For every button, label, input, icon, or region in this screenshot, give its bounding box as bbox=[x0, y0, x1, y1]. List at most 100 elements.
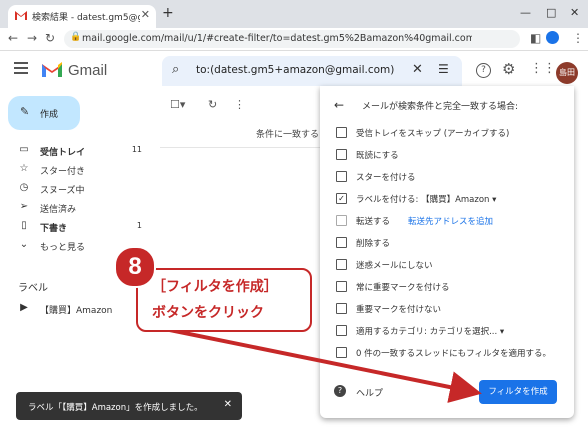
option-label: 迷惑メールにしない bbox=[356, 261, 433, 271]
snackbar: ラベル「【購買】Amazon」を作成しました。 ✕ bbox=[16, 392, 242, 420]
option-star[interactable]: スターを付ける bbox=[336, 168, 566, 185]
filter-dialog: ← メールが検索条件と完全一致する場合: 受信トレイをスキップ (アーカイブする… bbox=[320, 86, 574, 418]
unread-count: 11 bbox=[131, 145, 142, 154]
option-label[interactable]: 適用するカテゴリ: カテゴリを選択... ▾ bbox=[356, 325, 504, 337]
minimize-icon[interactable]: — bbox=[520, 6, 531, 19]
main-menu-icon[interactable] bbox=[14, 62, 28, 77]
extension-icon[interactable] bbox=[546, 31, 559, 44]
help-link[interactable]: ? ヘルプ bbox=[334, 384, 394, 400]
filter-notice: 条件に一致する bbox=[256, 130, 320, 140]
checkbox[interactable] bbox=[336, 127, 347, 138]
search-icon[interactable]: ⌕ bbox=[172, 62, 179, 77]
callout-line-1: ［フィルタを作成］ bbox=[152, 278, 278, 294]
lock-icon: 🔒 bbox=[70, 32, 82, 42]
label-icon: ▶ bbox=[20, 302, 28, 313]
checkbox-checked[interactable]: ✓ bbox=[336, 193, 347, 204]
sidebar-item-starred[interactable]: ☆ スター付き bbox=[0, 160, 150, 179]
option-label: 既読にする bbox=[356, 151, 399, 161]
back-icon[interactable]: ← bbox=[8, 31, 18, 45]
window-close-icon[interactable]: ✕ bbox=[570, 6, 579, 19]
settings-icon[interactable]: ⚙ bbox=[502, 60, 515, 78]
clock-icon: ◷ bbox=[19, 182, 29, 193]
reload-icon[interactable]: ↻ bbox=[45, 31, 55, 45]
labels-header: ラベル bbox=[18, 283, 48, 294]
search-input[interactable]: to:(datest.gm5+amazon@gmail.com) bbox=[196, 64, 394, 76]
address-bar[interactable]: 🔒 mail.google.com/mail/u/1/#create-filte… bbox=[64, 30, 520, 48]
chevron-down-icon: ⌄ bbox=[19, 239, 29, 250]
option-label: スターを付ける bbox=[356, 173, 416, 183]
new-tab-icon[interactable]: + bbox=[162, 5, 174, 21]
label-name: 【購買】Amazon bbox=[40, 306, 113, 316]
app-name: Gmail bbox=[68, 62, 108, 79]
option-delete[interactable]: 削除する bbox=[336, 234, 566, 251]
option-forward[interactable]: 転送する 転送先アドレスを追加 bbox=[336, 212, 566, 229]
send-icon: ➢ bbox=[19, 201, 29, 212]
filter-dialog-title: メールが検索条件と完全一致する場合: bbox=[362, 102, 519, 112]
sidebar-item-label: スター付き bbox=[40, 167, 86, 177]
option-apply-label[interactable]: ✓ ラベルを付ける: 【購買】Amazon ▾ bbox=[336, 190, 566, 207]
search-bar[interactable]: ⌕ to:(datest.gm5+amazon@gmail.com) ✕ ☰ bbox=[162, 56, 462, 86]
checkbox[interactable] bbox=[336, 237, 347, 248]
option-apply-existing[interactable]: 0 件の一致するスレッドにもフィルタを適用する。 bbox=[336, 344, 566, 361]
sidebar-item-sent[interactable]: ➢ 送信済み bbox=[0, 198, 150, 217]
tab-close-icon[interactable]: ✕ bbox=[141, 8, 150, 21]
snackbar-close-icon[interactable]: ✕ bbox=[224, 399, 232, 410]
menu-kebab-icon[interactable]: ⋮ bbox=[572, 31, 584, 45]
maximize-icon[interactable]: □ bbox=[546, 6, 556, 19]
sidebar-item-label: もっと見る bbox=[40, 243, 86, 253]
option-skip-inbox[interactable]: 受信トレイをスキップ (アーカイブする) bbox=[336, 124, 566, 141]
sidebar-item-snoozed[interactable]: ◷ スヌーズ中 bbox=[0, 179, 150, 198]
option-label: 受信トレイをスキップ (アーカイブする) bbox=[356, 129, 510, 139]
question-icon: ? bbox=[334, 385, 346, 397]
clear-search-icon[interactable]: ✕ bbox=[412, 62, 423, 77]
checkbox[interactable] bbox=[336, 171, 347, 182]
url-text: mail.google.com/mail/u/1/#create-filter/… bbox=[82, 33, 472, 44]
snackbar-text: ラベル「【購買】Amazon」を作成しました。 bbox=[28, 403, 203, 413]
sidebar-item-drafts[interactable]: ▯ 下書き 1 bbox=[0, 217, 150, 236]
avatar[interactable]: 島田 bbox=[556, 62, 578, 84]
more-options-icon[interactable]: ⋮ bbox=[234, 98, 245, 111]
apps-icon[interactable]: ⋮⋮ bbox=[530, 61, 556, 76]
checkbox[interactable] bbox=[336, 281, 347, 292]
checkbox[interactable] bbox=[336, 347, 347, 358]
option-never-spam[interactable]: 迷惑メールにしない bbox=[336, 256, 566, 273]
option-label: 重要マークを付けない bbox=[356, 305, 442, 315]
annotation-callout: ［フィルタを作成］ ボタンをクリック bbox=[136, 268, 312, 332]
option-always-important[interactable]: 常に重要マークを付ける bbox=[336, 278, 566, 295]
sidebar-icon[interactable]: ◧ bbox=[530, 31, 541, 45]
divider bbox=[160, 147, 320, 148]
browser-tab[interactable]: 検索結果 - datest.gm5@gmail.co ✕ bbox=[8, 5, 156, 28]
checkbox[interactable] bbox=[336, 149, 347, 160]
sidebar-item-label: スヌーズ中 bbox=[40, 186, 85, 196]
gmail-m-icon bbox=[42, 62, 62, 77]
inbox-icon: ▭ bbox=[19, 144, 29, 155]
option-category[interactable]: 適用するカテゴリ: カテゴリを選択... ▾ bbox=[336, 322, 566, 339]
sidebar-item-label: 送信済み bbox=[40, 205, 77, 215]
back-arrow-icon[interactable]: ← bbox=[334, 98, 344, 112]
sidebar-item-inbox[interactable]: ▭ 受信トレイ 11 bbox=[0, 141, 150, 160]
option-label: 0 件の一致するスレッドにもフィルタを適用する。 bbox=[356, 349, 551, 359]
option-label: 常に重要マークを付ける bbox=[356, 283, 450, 293]
option-mark-read[interactable]: 既読にする bbox=[336, 146, 566, 163]
tab-title: 検索結果 - datest.gm5@gmail.co bbox=[32, 13, 140, 23]
draft-icon: ▯ bbox=[21, 220, 27, 231]
compose-label: 作成 bbox=[40, 110, 59, 120]
checkbox[interactable] bbox=[336, 259, 347, 270]
help-icon[interactable]: ? bbox=[476, 63, 491, 78]
checkbox[interactable] bbox=[336, 325, 347, 336]
option-never-important[interactable]: 重要マークを付けない bbox=[336, 300, 566, 317]
checkbox[interactable] bbox=[336, 303, 347, 314]
checkbox[interactable] bbox=[336, 215, 347, 226]
sidebar-label-item[interactable]: ▶ 【購買】Amazon bbox=[0, 299, 150, 318]
add-forward-address-link[interactable]: 転送先アドレスを追加 bbox=[408, 215, 493, 227]
gmail-logo-icon bbox=[15, 11, 27, 20]
forward-icon[interactable]: → bbox=[27, 31, 37, 45]
option-label[interactable]: ラベルを付ける: 【購買】Amazon ▾ bbox=[356, 193, 496, 205]
refresh-icon[interactable]: ↻ bbox=[208, 98, 217, 111]
star-icon: ☆ bbox=[19, 163, 29, 174]
sidebar-item-label: 下書き bbox=[40, 224, 68, 234]
search-options-icon[interactable]: ☰ bbox=[438, 62, 449, 76]
compose-button[interactable]: ✎ 作成 bbox=[8, 96, 80, 130]
select-checkbox-icon[interactable]: ☐▾ bbox=[170, 98, 185, 111]
create-filter-button[interactable]: フィルタを作成 bbox=[479, 380, 557, 404]
